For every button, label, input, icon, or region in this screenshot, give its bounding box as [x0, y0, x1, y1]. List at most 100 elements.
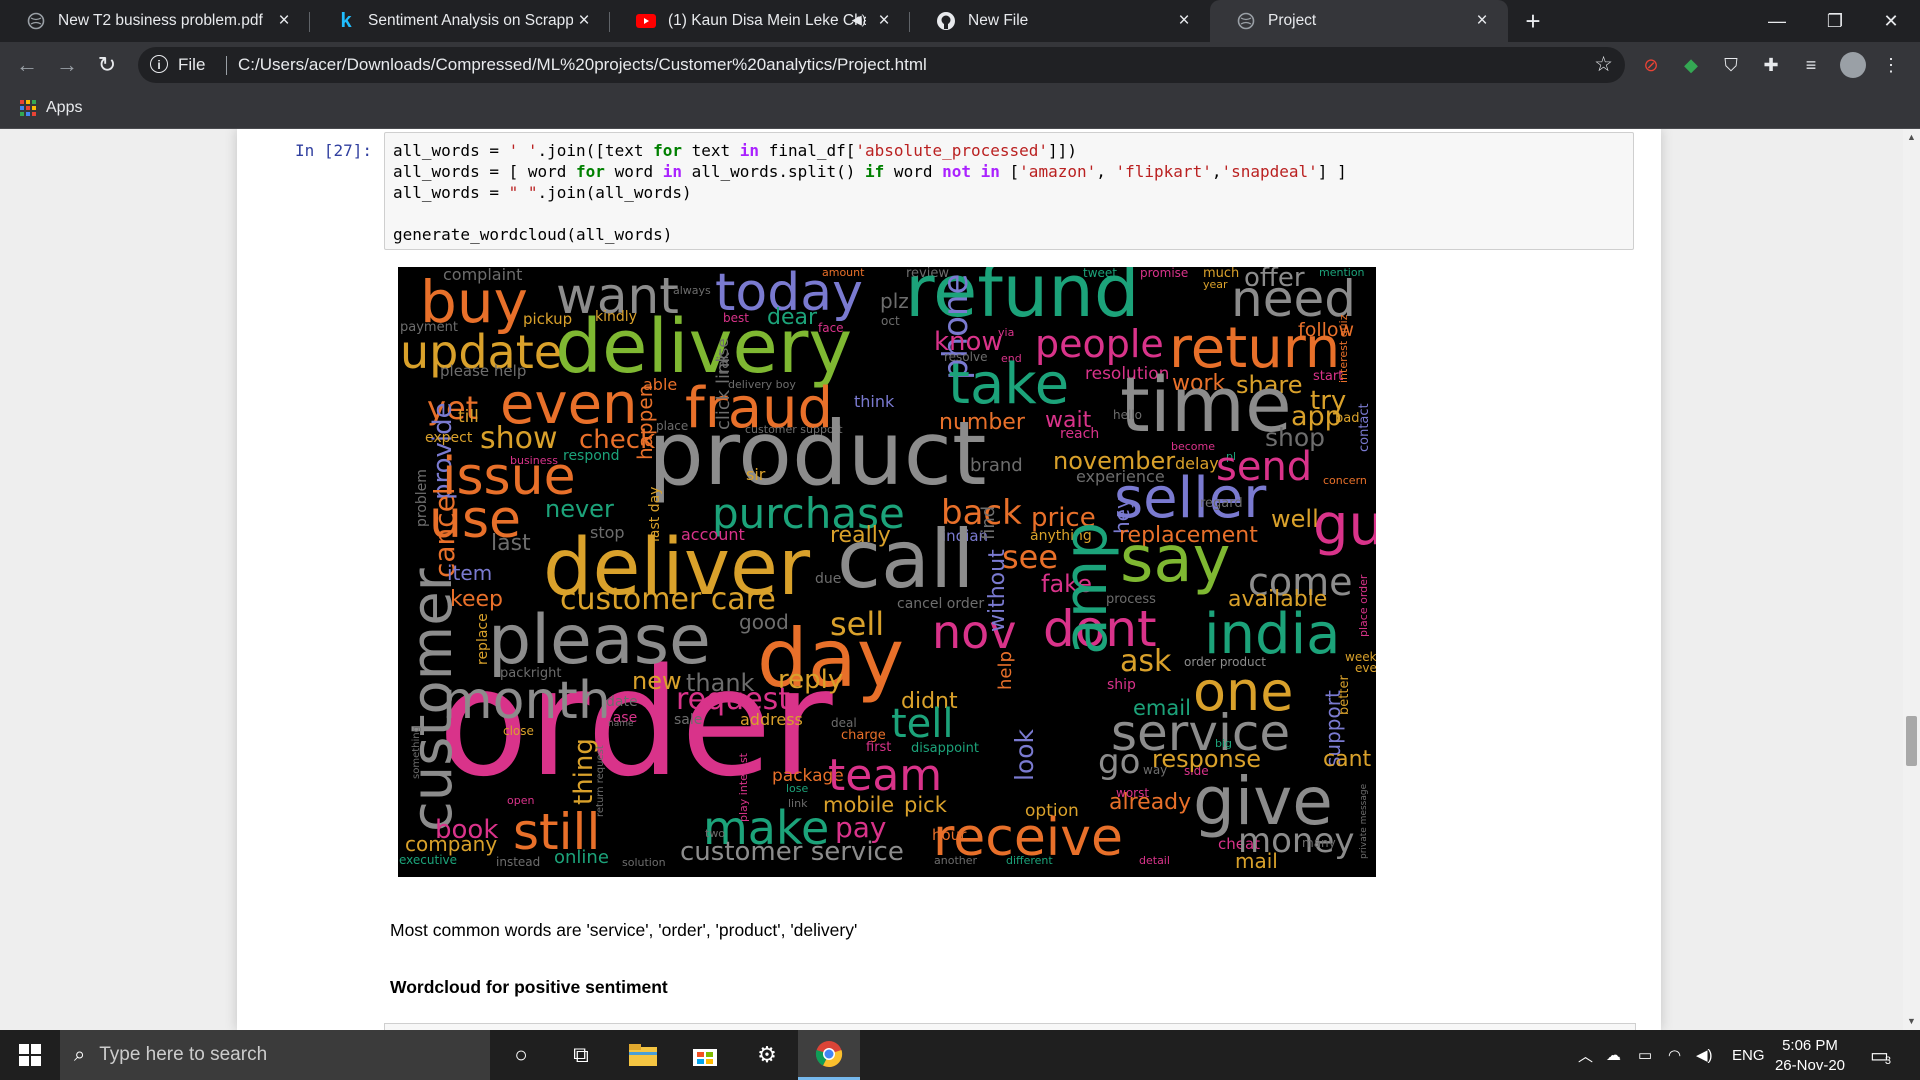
next-code-cell[interactable] [384, 1023, 1636, 1030]
wordcloud-word: sir [746, 465, 766, 484]
wordcloud-word: every [1355, 661, 1376, 675]
close-tab-icon[interactable]: × [1174, 11, 1194, 31]
scrollbar-thumb[interactable] [1906, 716, 1917, 766]
wordcloud-word: close [503, 724, 534, 738]
wordcloud-word: sale [674, 712, 703, 728]
close-window-button[interactable]: ✕ [1862, 0, 1920, 42]
close-tab-icon[interactable]: × [574, 11, 594, 31]
forward-button[interactable]: → [52, 50, 82, 80]
minimize-button[interactable]: — [1748, 0, 1806, 42]
tab-business-problem[interactable]: New T2 business problem.pdf × [0, 0, 310, 42]
tab-youtube[interactable]: (1) Kaun Disa Mein Leke Cha ◀) × [610, 0, 910, 42]
tab-sentiment-analysis[interactable]: k Sentiment Analysis on Scrapped × [310, 0, 610, 42]
wordcloud-word: tweet [1083, 267, 1117, 280]
system-clock[interactable]: 5:06 PM 26-Nov-20 [1760, 1036, 1860, 1076]
start-button[interactable] [0, 1030, 60, 1080]
url-divider [226, 56, 227, 75]
wordcloud-word: concern [1323, 474, 1367, 487]
close-tab-icon[interactable]: × [1472, 11, 1492, 31]
battery-icon[interactable]: ▭ [1638, 1030, 1652, 1080]
bookmark-star-icon[interactable]: ☆ [1594, 52, 1613, 77]
bookmarks-bar: Apps [0, 88, 1920, 129]
tab-project[interactable]: Project × [1210, 0, 1508, 42]
profile-avatar[interactable] [1840, 52, 1866, 78]
speaker-icon[interactable]: ◀) [852, 12, 866, 28]
wordcloud-word: look [1010, 728, 1039, 781]
notification-center-icon[interactable]: ▭ 3 [1870, 1030, 1891, 1080]
wordcloud-word: mail [1235, 849, 1278, 873]
wordcloud-word: promise [1140, 267, 1189, 280]
scroll-up-arrow-icon[interactable]: ▲ [1903, 129, 1920, 146]
menu-kebab-icon[interactable]: ⋮ [1880, 54, 1902, 76]
volume-icon[interactable]: ◀) [1696, 1030, 1713, 1080]
new-tab-button[interactable]: + [1520, 8, 1546, 34]
windows-logo-icon [19, 1044, 41, 1066]
extension-blocker-icon[interactable]: ⊘ [1640, 54, 1662, 76]
file-explorer-icon[interactable] [612, 1030, 674, 1080]
wordcloud-word: place order [1357, 574, 1370, 637]
wordcloud-word: guy [1313, 493, 1376, 558]
code-cell[interactable]: all_words = ' '.join([text for text in f… [384, 132, 1634, 250]
onedrive-icon[interactable]: ☁ [1606, 1030, 1621, 1080]
wordcloud-word: ask [1120, 644, 1172, 679]
code-block[interactable]: all_words = ' '.join([text for text in f… [393, 140, 1347, 245]
tab-title: New T2 business problem.pdf [58, 12, 263, 29]
wordcloud-word: start [1313, 369, 1344, 384]
search-placeholder: Type here to search [99, 1044, 268, 1065]
info-icon[interactable]: i [150, 55, 168, 73]
wordcloud-word: find [978, 505, 999, 540]
wordcloud-word: different [1006, 854, 1053, 867]
wordcloud-word: always [673, 284, 711, 297]
tab-new-file[interactable]: New File × [910, 0, 1210, 42]
reload-button[interactable]: ↻ [92, 50, 122, 80]
scroll-down-arrow-icon[interactable]: ▼ [1903, 1013, 1920, 1030]
microsoft-store-icon[interactable] [674, 1030, 736, 1080]
wordcloud-word: thing [569, 738, 599, 805]
url-scheme: File [178, 55, 206, 74]
media-control-icon[interactable]: ≡ [1800, 54, 1822, 76]
wordcloud-word: help [995, 651, 1016, 690]
taskbar-search-box[interactable]: ⌕ Type here to search [60, 1030, 490, 1080]
browser-toolbar: ← → ↻ i File C:/Users/acer/Downloads/Com… [0, 42, 1920, 88]
output-paragraph: Most common words are 'service', 'order'… [390, 920, 858, 940]
address-bar[interactable]: i File C:/Users/acer/Downloads/Compresse… [138, 47, 1625, 83]
extensions-puzzle-icon[interactable]: ✚ [1760, 54, 1782, 76]
url-text[interactable]: C:/Users/acer/Downloads/Compressed/ML%20… [238, 55, 927, 75]
tab-title: Project [1268, 12, 1317, 29]
apps-shortcut[interactable]: Apps [20, 99, 82, 117]
wordcloud-word: month [442, 671, 611, 731]
extension-colorpicker-icon[interactable]: ◆ [1680, 54, 1702, 76]
task-view-icon[interactable]: ⧉ [550, 1030, 612, 1080]
wordcloud-word: private message [1359, 783, 1369, 859]
wordcloud-word: new [632, 667, 682, 695]
wordcloud-word: brand [970, 455, 1023, 476]
code-line-3: all_words = " ".join(all_words) [393, 183, 692, 202]
close-tab-icon[interactable]: × [874, 11, 894, 31]
extension-shield-icon[interactable]: ⛉ [1720, 54, 1742, 76]
search-icon: ⌕ [74, 1043, 86, 1066]
wordcloud-word: expect [425, 430, 473, 446]
wordcloud-word: year [1203, 278, 1228, 291]
wordcloud-word: call [837, 513, 975, 606]
chrome-taskbar-icon[interactable] [798, 1030, 860, 1080]
wordcloud-word: amp [1051, 521, 1121, 655]
wordcloud-word: tell [891, 701, 954, 747]
clock-time: 5:06 PM [1782, 1037, 1838, 1054]
kaggle-icon: k [340, 9, 352, 32]
wordcloud-word: lose [786, 782, 809, 795]
wordcloud-word: another [934, 854, 978, 867]
show-hidden-icons[interactable]: ︿ [1578, 1030, 1593, 1080]
page-scrollbar[interactable]: ▲ ▼ [1903, 129, 1920, 1030]
wordcloud-word: date [606, 694, 638, 710]
wordcloud-word: due [815, 571, 842, 587]
close-tab-icon[interactable]: × [274, 11, 294, 31]
settings-gear-icon[interactable]: ⚙ [736, 1030, 798, 1080]
tab-title: New File [968, 12, 1029, 29]
cortana-icon[interactable]: ○ [490, 1030, 552, 1080]
input-prompt: In [27]: [294, 141, 372, 160]
wordcloud-word: online [554, 847, 609, 868]
restore-button[interactable]: ❐ [1806, 0, 1864, 42]
wordcloud-word: contact [1357, 403, 1372, 452]
back-button[interactable]: ← [12, 50, 42, 80]
wifi-icon[interactable]: ◠ [1668, 1030, 1681, 1080]
